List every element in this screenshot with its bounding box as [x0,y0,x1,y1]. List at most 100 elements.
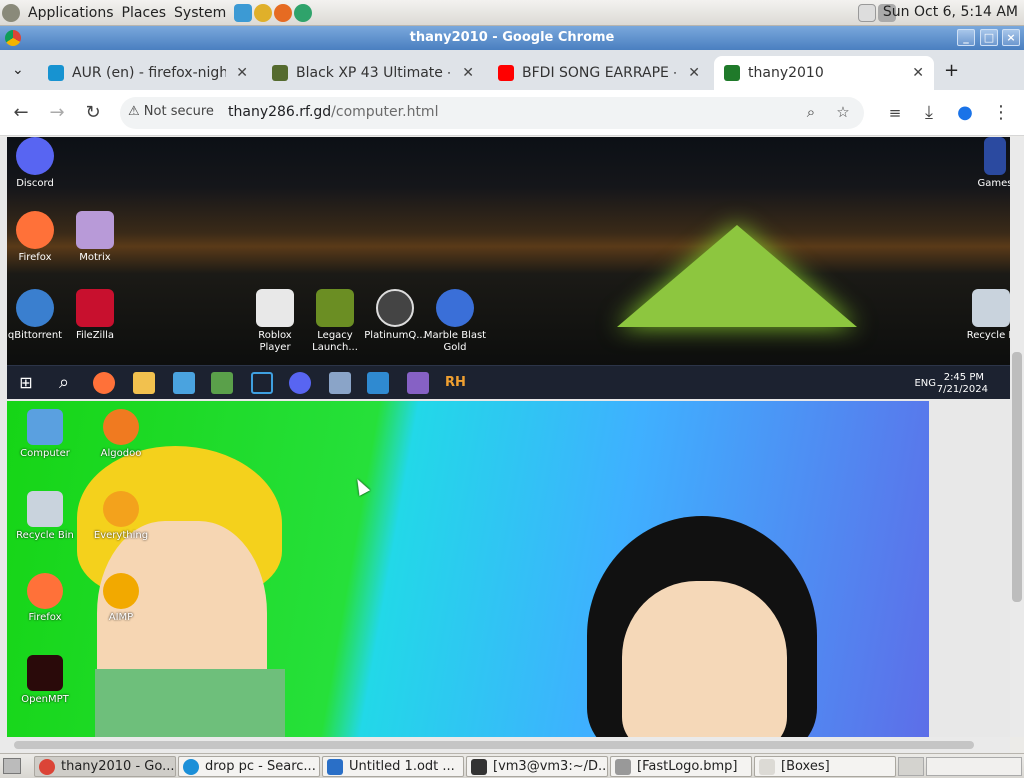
icon-label: OpenMPT [21,694,69,705]
tab-aur[interactable]: AUR (en) - firefox-nightly ✕ [38,56,258,90]
tab-close-icon[interactable]: ✕ [236,65,248,81]
reload-button[interactable]: ↻ [82,102,104,124]
edge-dev-launcher-icon[interactable] [294,3,313,22]
qbittorrent-icon [16,289,54,327]
taskbar-button-boxes[interactable]: [Boxes] [754,756,896,777]
download-icon[interactable]: ⤓ [918,102,940,124]
workspace-switcher-icon[interactable] [898,757,924,776]
forward-button[interactable]: → [46,102,68,124]
tab-list-chevron-icon[interactable]: ⌄ [12,62,24,78]
desktop-icon-recycle-bin[interactable]: Recycle Bin [9,491,81,542]
desktop-icon-computer[interactable]: Computer [9,409,81,460]
chrome-icon [39,758,55,775]
horizontal-scrollbar[interactable] [0,737,1010,753]
writer-icon [327,758,343,775]
taskbar-app-icon[interactable] [329,372,351,394]
chrome-launcher-icon[interactable] [254,3,273,22]
recycle-bin-icon [27,491,63,527]
close-button[interactable]: × [1002,29,1020,46]
taskbar-button-fastlogo[interactable]: [FastLogo.bmp] [610,756,752,777]
desktop-icon-discord[interactable]: Discord [3,137,67,190]
tab-title: thany2010 [748,65,824,81]
zoom-icon[interactable]: ⌕ [800,101,822,123]
menu-kebab-icon[interactable]: ⋮ [990,102,1012,124]
search-icon[interactable]: ⌕ [53,372,75,394]
menu-system[interactable]: System [174,5,226,21]
desktop-icon-everything[interactable]: Everything [85,491,157,542]
address-bar[interactable]: ⚠ Not secure thany286.rf.gd/computer.htm… [120,97,864,129]
icon-label: Computer [20,448,70,459]
youtube-icon [498,65,514,81]
desktop-icon-qbittorrent[interactable]: qBittorrent [3,289,67,342]
minimize-button[interactable]: _ [957,29,975,46]
maximize-button[interactable]: □ [980,29,998,46]
taskbar-button-chrome[interactable]: thany2010 - Go... [34,756,176,777]
desktop-icon-firefox[interactable]: Firefox [3,211,67,264]
media-control-icon[interactable]: ≡ [884,102,906,124]
firefox-taskbar-icon[interactable] [93,372,115,394]
desktop-icon-marble-blast[interactable]: Marble Blast Gold [423,289,487,354]
taskbar-label: Untitled 1.odt ... [349,759,455,774]
menu-applications[interactable]: Applications [28,5,114,21]
taskbar-button-writer[interactable]: Untitled 1.odt ... [322,756,464,777]
taskbar-app-icon[interactable] [251,372,273,394]
vscode-taskbar-icon[interactable] [367,372,389,394]
back-button[interactable]: ← [10,102,32,124]
tray-time[interactable]: 2:45 PM [944,372,984,383]
desktop-icon-firefox[interactable]: Firefox [9,573,81,624]
taskbar-app-icon[interactable] [173,372,195,394]
taskbar-button-edge[interactable]: drop pc - Searc... [178,756,320,777]
filezilla-icon [76,289,114,327]
desktop-icon-filezilla[interactable]: FileZilla [63,289,127,342]
discord-taskbar-icon[interactable] [289,372,311,394]
desktop-icon-legacy-launcher[interactable]: Legacy Launch... [303,289,367,354]
windows-taskbar: ⊞ ⌕ RH ENG 2:45 PM 7/21/2024 [7,365,1010,399]
desktop-icon-motrix[interactable]: Motrix [63,211,127,264]
url-text[interactable]: thany286.rf.gd/computer.html [228,104,438,120]
xp-icon [272,65,288,81]
network-icon[interactable] [858,4,876,22]
tab-title: AUR (en) - firefox-nightly [72,65,226,81]
taskbar-app-icon[interactable]: RH [445,372,467,394]
not-secure-badge[interactable]: ⚠ Not secure [128,104,214,119]
arch-icon [48,65,64,81]
desktop-icon-roblox[interactable]: Roblox Player [243,289,307,354]
menu-places[interactable]: Places [122,5,167,21]
explorer-taskbar-icon[interactable] [133,372,155,394]
icon-label: Recycle Bin [16,530,74,541]
discord-icon [16,137,54,175]
new-tab-button[interactable]: + [944,60,959,81]
tab-close-icon[interactable]: ✕ [688,65,700,81]
workspace-switcher[interactable] [926,757,1022,776]
desktop-icon-platinumq[interactable]: PlatinumQ... [363,289,427,342]
motrix-icon [76,211,114,249]
vscode-launcher-icon[interactable] [234,3,253,22]
windows-start-icon[interactable]: ⊞ [15,372,37,394]
tab-thany2010[interactable]: thany2010 ✕ [714,56,934,90]
scrollbar-thumb[interactable] [14,741,974,749]
profile-icon[interactable]: ● [954,102,976,124]
tab-bfdi[interactable]: BFDI SONG EARRAPE - Yo ✕ [488,56,710,90]
tray-language[interactable]: ENG [914,378,936,389]
tab-black-xp[interactable]: Black XP 43 Ultimate - Cru ✕ [262,56,484,90]
desktop-icon-algodoo[interactable]: Algodoo [85,409,157,460]
firefox-icon [27,573,63,609]
tab-close-icon[interactable]: ✕ [912,65,924,81]
icon-label: Legacy Launch... [312,330,358,353]
vertical-scrollbar[interactable] [1010,137,1024,737]
bookmark-star-icon[interactable]: ☆ [832,101,854,123]
chrome-icon [5,30,21,46]
desktop-icon-openmpt[interactable]: OpenMPT [9,655,81,706]
taskbar-app-icon[interactable] [211,372,233,394]
show-desktop-icon[interactable] [3,758,21,774]
tray-date[interactable]: 7/21/2024 [937,384,988,395]
scrollbar-thumb[interactable] [1012,352,1022,602]
desktop-icon-aimp[interactable]: AIMP [85,573,157,624]
tab-close-icon[interactable]: ✕ [462,65,474,81]
gnome-foot-icon[interactable] [2,3,20,22]
firefox-launcher-icon[interactable] [274,3,293,22]
visual-studio-taskbar-icon[interactable] [407,372,429,394]
icon-label: Algodoo [100,448,142,459]
panel-clock[interactable]: Sun Oct 6, 5:14 AM [883,4,1018,20]
taskbar-button-terminal[interactable]: [vm3@vm3:~/D... [466,756,608,777]
